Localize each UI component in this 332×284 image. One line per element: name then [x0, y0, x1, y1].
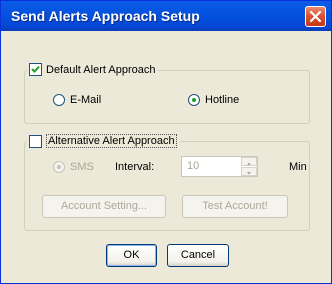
alternative-alert-label: Alternative Alert Approach	[46, 134, 177, 148]
arrow-up-icon	[247, 162, 251, 165]
default-alert-label: Default Alert Approach	[46, 63, 156, 76]
hotline-radio-label: Hotline	[205, 94, 240, 106]
close-button[interactable]	[305, 6, 326, 27]
radio-indicator[interactable]	[53, 94, 65, 106]
ok-button[interactable]: OK	[106, 244, 157, 267]
sms-radio-label: SMS	[70, 161, 94, 173]
window-title: Send Alerts Approach Setup	[11, 8, 200, 24]
hotline-radio[interactable]: Hotline	[188, 94, 239, 106]
default-alert-checkbox[interactable]: Default Alert Approach	[27, 63, 159, 76]
spin-down-button	[241, 167, 257, 176]
cancel-button[interactable]: Cancel	[167, 244, 229, 267]
interval-value: 10	[187, 160, 200, 172]
arrow-down-icon	[247, 172, 251, 175]
sms-radio: SMS	[53, 161, 94, 173]
checkmark-icon	[31, 65, 40, 73]
spin-up-button	[241, 157, 257, 166]
radio-indicator	[53, 161, 65, 173]
checkbox-box[interactable]	[29, 63, 42, 76]
email-radio[interactable]: E-Mail	[53, 94, 101, 106]
interval-label: Interval:	[115, 161, 155, 173]
checkbox-box[interactable]	[29, 134, 42, 148]
interval-spinner: 10	[181, 156, 258, 177]
account-setting-button: Account Setting...	[42, 195, 166, 218]
alternative-alert-checkbox[interactable]: Alternative Alert Approach	[27, 134, 180, 148]
close-icon	[309, 10, 322, 23]
email-radio-label: E-Mail	[70, 94, 102, 106]
dialog-window: Send Alerts Approach Setup Default Alert…	[0, 0, 332, 284]
test-account-button: Test Account!	[182, 195, 288, 218]
title-bar[interactable]: Send Alerts Approach Setup	[1, 1, 331, 31]
interval-unit: Min	[289, 161, 307, 173]
radio-indicator[interactable]	[188, 94, 200, 106]
